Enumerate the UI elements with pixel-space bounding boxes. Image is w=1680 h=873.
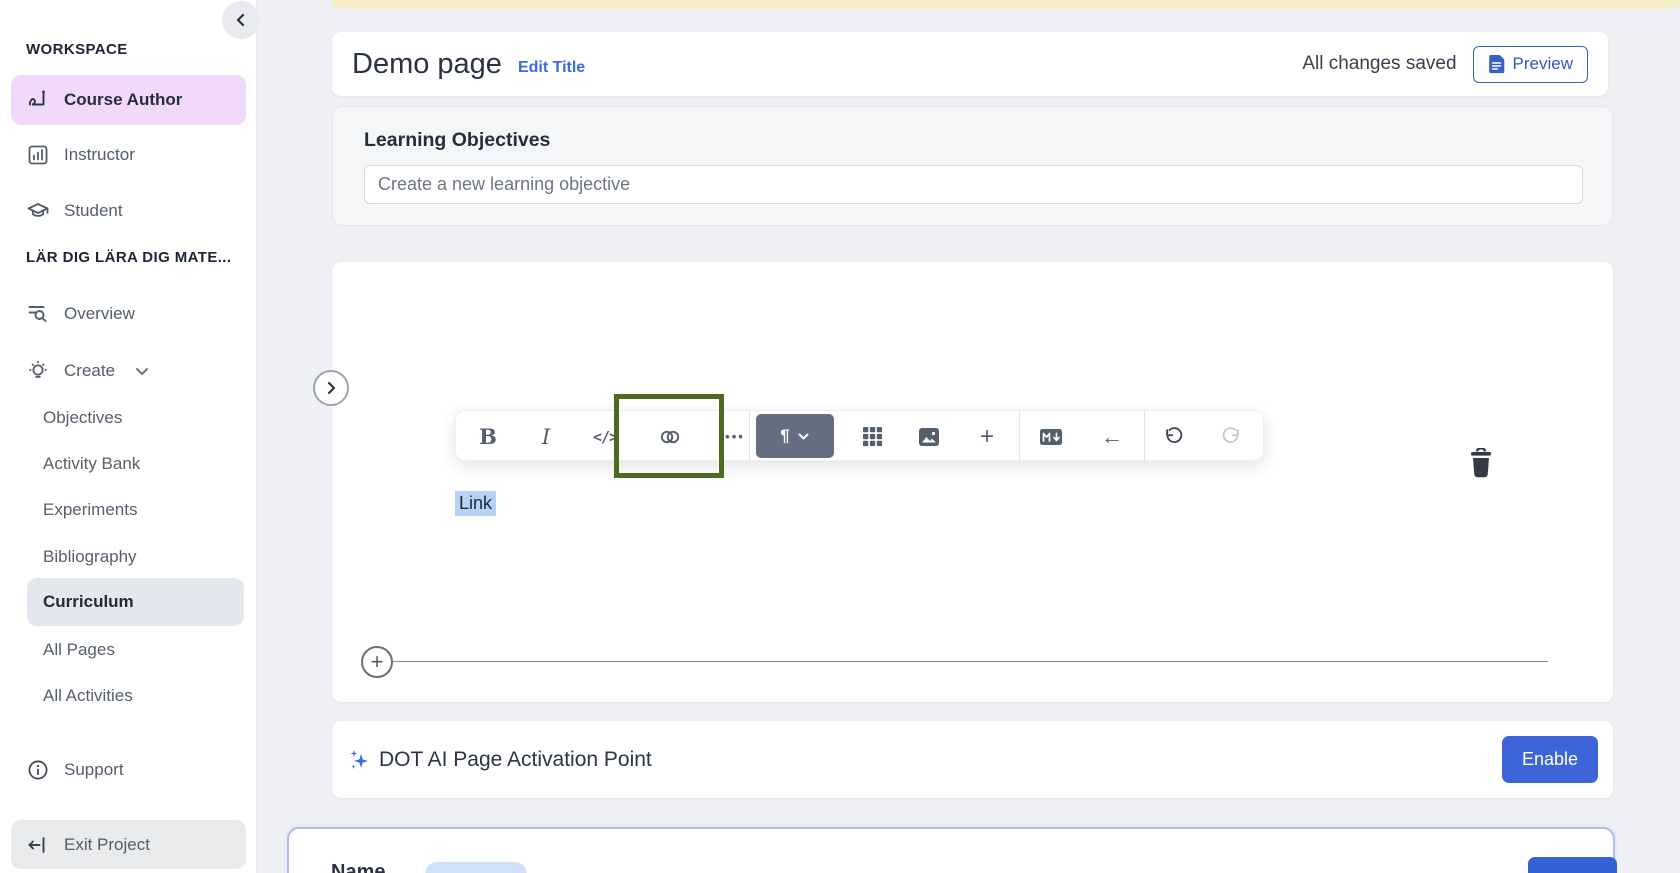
annotation-highlight-box bbox=[614, 394, 724, 478]
section-partial-label: Name bbox=[331, 861, 385, 873]
bar-chart-icon bbox=[26, 143, 50, 167]
save-status: All changes saved bbox=[1302, 53, 1456, 75]
workspace-section-label: WORKSPACE bbox=[26, 41, 128, 58]
sidebar-item-all-pages[interactable]: All Pages bbox=[27, 633, 244, 667]
add-block-button[interactable]: + bbox=[361, 646, 393, 678]
toolbar-divider bbox=[749, 411, 750, 462]
preview-button[interactable]: Preview bbox=[1473, 46, 1588, 83]
sparkles-icon bbox=[348, 748, 370, 772]
page-title: Demo page bbox=[352, 48, 502, 81]
image-button[interactable] bbox=[907, 418, 951, 455]
author-pen-icon bbox=[26, 88, 50, 112]
redo-button[interactable] bbox=[1209, 418, 1253, 455]
page-content-editor bbox=[332, 262, 1613, 702]
sidebar-item-label: Overview bbox=[64, 304, 135, 324]
toolbar-divider bbox=[1019, 411, 1020, 462]
edit-title-link[interactable]: Edit Title bbox=[518, 59, 585, 77]
undo-button[interactable] bbox=[1152, 418, 1196, 455]
lightbulb-icon bbox=[26, 359, 50, 383]
toolbar-divider bbox=[1144, 411, 1145, 462]
exit-arrow-icon bbox=[26, 833, 50, 857]
info-circle-icon bbox=[26, 758, 50, 782]
markdown-button[interactable] bbox=[1029, 418, 1073, 455]
sidebar-item-label: Exit Project bbox=[64, 835, 150, 855]
sidebar-item-label: Support bbox=[64, 760, 124, 780]
trash-icon bbox=[1466, 448, 1496, 480]
sidebar-item-experiments[interactable]: Experiments bbox=[27, 493, 244, 527]
sidebar-item-course-author[interactable]: Course Author bbox=[11, 75, 246, 125]
insert-block-button[interactable]: + bbox=[965, 418, 1009, 455]
next-section-panel: Name bbox=[287, 827, 1615, 873]
sidebar-item-label: Create bbox=[64, 361, 115, 381]
sidebar-item-objectives[interactable]: Objectives bbox=[27, 401, 244, 435]
chevron-down-icon bbox=[797, 430, 810, 443]
graduation-cap-icon bbox=[26, 199, 50, 223]
redo-icon bbox=[1220, 426, 1242, 448]
undo-icon bbox=[1163, 426, 1185, 448]
sidebar-item-label: Instructor bbox=[64, 145, 135, 165]
sidebar-item-overview[interactable]: Overview bbox=[11, 289, 246, 339]
paragraph-icon: ¶ bbox=[780, 426, 789, 446]
sidebar-item-label: Course Author bbox=[64, 90, 182, 110]
markdown-icon bbox=[1039, 428, 1063, 446]
rich-text-toolbar: B I </> ••• ¶ bbox=[455, 410, 1264, 461]
sidebar-item-all-activities[interactable]: All Activities bbox=[27, 679, 244, 713]
preview-button-label: Preview bbox=[1513, 54, 1573, 74]
sidebar-collapse-button[interactable] bbox=[222, 1, 260, 39]
status-badge bbox=[425, 862, 527, 873]
sidebar-item-bibliography[interactable]: Bibliography bbox=[27, 540, 244, 574]
sidebar-item-label: Student bbox=[64, 201, 123, 221]
chevron-left-icon bbox=[233, 12, 249, 28]
table-button[interactable] bbox=[850, 418, 894, 455]
expand-panel-button[interactable] bbox=[313, 370, 349, 406]
list-search-icon bbox=[26, 302, 50, 326]
paragraph-style-button[interactable]: ¶ bbox=[756, 414, 834, 458]
sidebar-item-student[interactable]: Student bbox=[11, 186, 246, 236]
learning-objectives-panel: Learning Objectives bbox=[332, 106, 1613, 226]
top-accent-strip bbox=[332, 0, 1680, 9]
chevron-down-icon bbox=[133, 362, 151, 380]
table-grid-icon bbox=[862, 426, 883, 447]
project-section-label: LÄR DIG LÄRA DIG MATE... bbox=[26, 249, 231, 266]
delete-block-button[interactable] bbox=[1466, 448, 1496, 480]
document-icon bbox=[1488, 54, 1505, 74]
learning-objectives-heading: Learning Objectives bbox=[364, 129, 550, 152]
page-header: Demo page Edit Title All changes saved P… bbox=[332, 32, 1608, 96]
enable-button[interactable]: Enable bbox=[1502, 736, 1598, 783]
sidebar-item-curriculum[interactable]: Curriculum bbox=[27, 578, 244, 626]
sidebar-item-instructor[interactable]: Instructor bbox=[11, 130, 246, 180]
sidebar-item-create[interactable]: Create bbox=[11, 346, 246, 396]
sidebar-item-support[interactable]: Support bbox=[11, 745, 246, 795]
italic-button[interactable]: I bbox=[524, 418, 568, 455]
section-action-button[interactable] bbox=[1528, 857, 1617, 873]
image-icon bbox=[918, 427, 940, 447]
dot-ai-label: DOT AI Page Activation Point bbox=[379, 748, 652, 772]
block-divider-line bbox=[393, 661, 1548, 662]
exit-project-button[interactable]: Exit Project bbox=[11, 820, 246, 869]
sidebar: WORKSPACE Course Author Instructor bbox=[0, 0, 257, 873]
bold-button[interactable]: B bbox=[466, 418, 510, 455]
sidebar-item-activity-bank[interactable]: Activity Bank bbox=[27, 447, 244, 481]
selected-text[interactable]: Link bbox=[455, 491, 496, 516]
app-window: WORKSPACE Course Author Instructor bbox=[0, 0, 1680, 873]
dot-ai-activation-panel: DOT AI Page Activation Point Enable bbox=[332, 721, 1613, 798]
learning-objective-input[interactable] bbox=[364, 165, 1583, 204]
chevron-right-icon bbox=[323, 380, 339, 396]
back-arrow-button[interactable]: ← bbox=[1090, 418, 1134, 455]
